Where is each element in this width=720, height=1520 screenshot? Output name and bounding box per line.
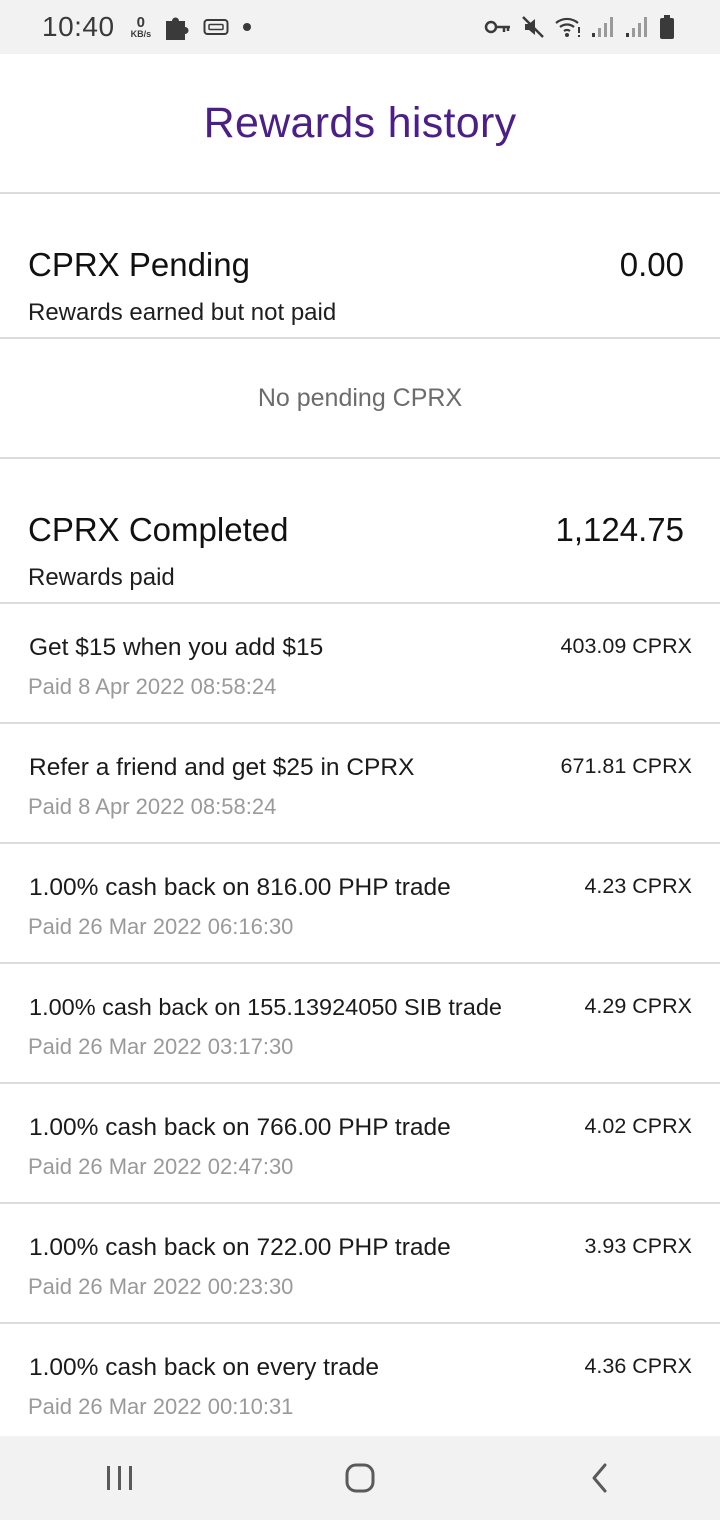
dot-icon: [241, 21, 253, 33]
reward-amount: 671.81 CPRX: [560, 754, 692, 778]
net-speed: 0 KB/s: [131, 15, 152, 39]
back-button[interactable]: [560, 1448, 640, 1508]
reward-date: Paid 26 Mar 2022 00:10:31: [28, 1394, 294, 1419]
wifi-icon: [554, 15, 582, 39]
completed-amount: 1,124.75: [555, 511, 684, 548]
reward-description: Refer a friend and get $25 in CPRX: [29, 754, 415, 781]
pending-empty-state: No pending CPRX: [0, 339, 720, 459]
reward-amount: 403.09 CPRX: [560, 634, 692, 658]
app-header: Rewards history: [0, 54, 720, 194]
status-left: 10:40 0 KB/s: [42, 11, 253, 43]
reward-amount: 4.02 CPRX: [584, 1114, 692, 1138]
back-icon: [592, 1463, 607, 1493]
net-speed-value: 0: [136, 14, 145, 31]
reward-item[interactable]: Refer a friend and get $25 in CPRX Paid …: [0, 724, 720, 844]
completed-title: CPRX Completed: [28, 511, 289, 548]
reward-date: Paid 26 Mar 2022 03:17:30: [28, 1034, 294, 1059]
vpn-key-icon: [484, 18, 512, 36]
mute-icon: [520, 14, 546, 40]
home-button[interactable]: [320, 1448, 400, 1508]
status-right: [484, 14, 676, 40]
completed-section-header: CPRX Completed 1,124.75 Rewards paid: [0, 459, 720, 604]
reward-description: 1.00% cash back on every trade: [29, 1354, 380, 1381]
pending-amount: 0.00: [619, 246, 684, 283]
reward-date: Paid 26 Mar 2022 06:16:30: [28, 914, 294, 939]
reward-date: Paid 26 Mar 2022 00:23:30: [28, 1274, 294, 1299]
reward-item[interactable]: 1.00% cash back on 155.13924050 SIB trad…: [0, 964, 720, 1084]
battery-icon: [658, 14, 676, 40]
home-icon: [345, 1463, 375, 1493]
recent-apps-icon: [107, 1466, 132, 1490]
sim-card-icon: [203, 18, 229, 36]
reward-amount: 4.23 CPRX: [584, 874, 692, 898]
puzzle-icon: [163, 12, 191, 42]
reward-amount: 3.93 CPRX: [584, 1234, 692, 1258]
reward-item[interactable]: 1.00% cash back on 722.00 PHP trade Paid…: [0, 1204, 720, 1324]
reward-item[interactable]: Get $15 when you add $15 Paid 8 Apr 2022…: [0, 604, 720, 724]
completed-subtitle: Rewards paid: [28, 564, 175, 591]
reward-item[interactable]: 1.00% cash back on 816.00 PHP trade Paid…: [0, 844, 720, 964]
status-bar: 10:40 0 KB/s: [0, 0, 720, 54]
reward-description: 1.00% cash back on 766.00 PHP trade: [29, 1114, 451, 1141]
reward-item[interactable]: 1.00% cash back on every trade Paid 26 M…: [0, 1324, 720, 1436]
reward-date: Paid 8 Apr 2022 08:58:24: [28, 674, 277, 699]
pending-title: CPRX Pending: [28, 246, 250, 283]
signal-icon: [590, 15, 616, 39]
pending-section-header: CPRX Pending 0.00 Rewards earned but not…: [0, 194, 720, 339]
reward-date: Paid 26 Mar 2022 02:47:30: [28, 1154, 294, 1179]
reward-amount: 4.29 CPRX: [584, 994, 692, 1018]
pending-empty-text: No pending CPRX: [257, 383, 463, 412]
page-title: Rewards history: [203, 98, 517, 147]
signal-icon: [624, 15, 650, 39]
status-time: 10:40: [42, 11, 115, 42]
reward-description: 1.00% cash back on 816.00 PHP trade: [29, 874, 451, 901]
reward-date: Paid 8 Apr 2022 08:58:24: [28, 794, 277, 819]
net-speed-unit: KB/s: [130, 29, 152, 39]
recent-apps-button[interactable]: [80, 1448, 160, 1508]
reward-description: Get $15 when you add $15: [29, 634, 324, 661]
reward-description: 1.00% cash back on 722.00 PHP trade: [29, 1234, 451, 1261]
reward-amount: 4.36 CPRX: [584, 1354, 692, 1378]
reward-description: 1.00% cash back on 155.13924050 SIB trad…: [29, 994, 502, 1020]
system-nav-bar: [0, 1436, 720, 1520]
reward-item[interactable]: 1.00% cash back on 766.00 PHP trade Paid…: [0, 1084, 720, 1204]
pending-subtitle: Rewards earned but not paid: [28, 299, 337, 326]
